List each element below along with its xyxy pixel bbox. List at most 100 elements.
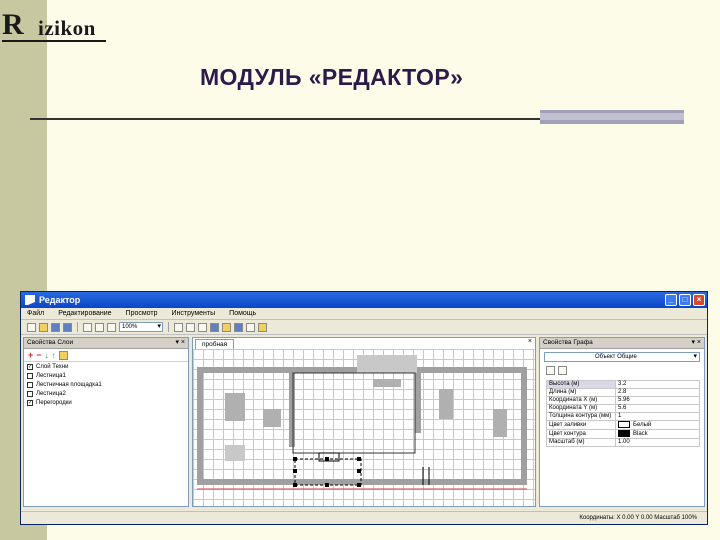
layer-item[interactable]: Лестница1	[24, 371, 188, 380]
main-toolbar: 100%	[21, 320, 707, 335]
cut-icon[interactable]	[83, 322, 92, 332]
layer-item[interactable]: ✓ Перегородки	[24, 398, 188, 407]
close-button[interactable]: ×	[693, 294, 705, 306]
property-key: Длина (м)	[546, 388, 616, 397]
furniture-block	[439, 389, 453, 419]
pointer-icon[interactable]	[174, 322, 183, 332]
open-icon[interactable]	[39, 322, 48, 332]
selection-handle	[357, 457, 361, 461]
layer-checkbox[interactable]: ✓	[27, 363, 33, 370]
copy-icon[interactable]	[95, 322, 104, 332]
property-key: Координата X (м)	[546, 396, 616, 405]
wall-inner	[289, 373, 295, 447]
save-icon[interactable]	[51, 322, 60, 332]
property-value[interactable]: 1	[615, 412, 700, 421]
layer-label: Лестница1	[36, 372, 66, 379]
property-value: Белый	[633, 422, 652, 429]
selection-handle	[325, 483, 329, 487]
layer-item[interactable]: Лестничная площадка1	[24, 380, 188, 389]
add-layer-icon[interactable]: +	[28, 350, 33, 360]
text-icon[interactable]	[198, 322, 207, 332]
paste-icon[interactable]	[107, 322, 116, 332]
layer-checkbox[interactable]	[27, 372, 33, 379]
remove-layer-icon[interactable]: −	[36, 350, 41, 360]
properties-toolbar	[540, 365, 704, 375]
property-row[interactable]: Цвет контура Black	[546, 429, 700, 440]
layers-toolbar: + − ↓ ↑	[24, 349, 188, 362]
layer-checkbox[interactable]: ✓	[27, 399, 33, 406]
layers-panel-pin[interactable]: ▾ ×	[175, 338, 185, 348]
property-row[interactable]: Координата X (м) 5.96	[546, 396, 700, 405]
image-icon[interactable]	[210, 322, 219, 332]
properties-panel-title: Свойства Графа	[543, 339, 593, 346]
document-tab[interactable]: пробная	[195, 339, 235, 349]
status-bar: Координаты: X 0.00 Y 0.00 Масштаб 100%	[21, 511, 707, 524]
property-key: Цвет контура	[546, 429, 616, 440]
menu-view[interactable]: Просмотр	[126, 310, 158, 317]
move-up-icon[interactable]: ↑	[52, 351, 56, 360]
property-value[interactable]: 5.96	[615, 396, 700, 405]
furniture-block	[225, 445, 245, 461]
menu-tools[interactable]: Инструменты	[172, 310, 216, 317]
layers-panel: Свойства Слои ▾ × + − ↓ ↑ ✓ Слой Техни Ле…	[23, 337, 189, 507]
menu-edit[interactable]: Редактирование	[58, 310, 111, 317]
layer-icon[interactable]	[234, 322, 243, 332]
window-titlebar[interactable]: Редактор _ □ ×	[21, 292, 707, 308]
zoom-select[interactable]: 100%	[119, 322, 163, 332]
floor-plan-drawing	[197, 355, 527, 490]
property-value-cell[interactable]: Black	[615, 429, 700, 440]
properties-panel-header: Свойства Графа ▾ ×	[540, 338, 704, 349]
new-icon[interactable]	[27, 322, 36, 332]
properties-panel: Свойства Графа ▾ × Объект Общие Высота (…	[539, 337, 705, 507]
property-key: Толщина контура (мм)	[546, 412, 616, 421]
sort-categories-icon[interactable]	[546, 365, 555, 375]
furniture-block	[493, 409, 507, 437]
document-tab-label: пробная	[202, 341, 228, 348]
minimize-button[interactable]: _	[665, 294, 677, 306]
toolbar-separator	[77, 322, 78, 332]
layer-properties-icon[interactable]	[58, 350, 68, 360]
property-row[interactable]: Цвет заливки Белый	[546, 419, 700, 431]
rizikon-logo: R izikon	[2, 6, 112, 42]
properties-panel-pin[interactable]: ▾ ×	[691, 338, 701, 348]
property-value[interactable]: 3.2	[615, 380, 700, 389]
edit-icon[interactable]	[222, 322, 231, 332]
lock-icon[interactable]	[258, 322, 267, 332]
property-value[interactable]: 1.00	[615, 438, 700, 448]
maximize-button[interactable]: □	[679, 294, 691, 306]
menu-bar: Файл Редактирование Просмотр Инструменты…	[21, 308, 707, 320]
save-all-icon[interactable]	[63, 322, 72, 332]
menu-help[interactable]: Помощь	[229, 310, 256, 317]
editor-window: Редактор _ □ × Файл Редактирование Просм…	[20, 291, 708, 525]
window-title: Редактор	[39, 295, 81, 305]
property-value[interactable]: 2.8	[615, 388, 700, 397]
property-value[interactable]: 5.6	[615, 404, 700, 413]
layer-checkbox[interactable]	[27, 381, 33, 388]
sort-alpha-icon[interactable]	[558, 365, 567, 375]
move-down-icon[interactable]: ↓	[45, 351, 49, 360]
rectangle-icon[interactable]	[186, 322, 195, 332]
layer-item[interactable]: Лестница2	[24, 389, 188, 398]
selection-handle	[357, 483, 361, 487]
line-icon[interactable]	[246, 322, 255, 332]
property-value: Black	[633, 431, 648, 438]
property-row[interactable]: Высота (м) 3.2	[546, 380, 700, 389]
layers-panel-header: Свойства Слои ▾ ×	[24, 338, 188, 349]
property-value-cell[interactable]: Белый	[615, 419, 700, 431]
selection-handle	[325, 457, 329, 461]
document-close-icon[interactable]: ×	[528, 338, 532, 345]
layer-checkbox[interactable]	[27, 390, 33, 397]
title-divider-accent-inner	[540, 113, 684, 120]
property-row[interactable]: Масштаб (м) 1.00	[546, 438, 700, 448]
status-text: Координаты: X 0.00 Y 0.00 Масштаб 100%	[579, 515, 697, 521]
menu-file[interactable]: Файл	[27, 310, 44, 317]
wall-bottom	[197, 479, 527, 485]
logo-mark: R	[2, 8, 24, 41]
toolbar-separator	[168, 322, 169, 332]
layer-item[interactable]: ✓ Слой Техни	[24, 362, 188, 371]
property-row[interactable]: Толщина контура (мм) 1	[546, 412, 700, 421]
property-row[interactable]: Длина (м) 2.8	[546, 388, 700, 397]
floor-plan-canvas[interactable]	[193, 349, 535, 506]
property-row[interactable]: Координата Y (м) 5.6	[546, 404, 700, 413]
object-select[interactable]: Объект Общие	[544, 352, 700, 362]
